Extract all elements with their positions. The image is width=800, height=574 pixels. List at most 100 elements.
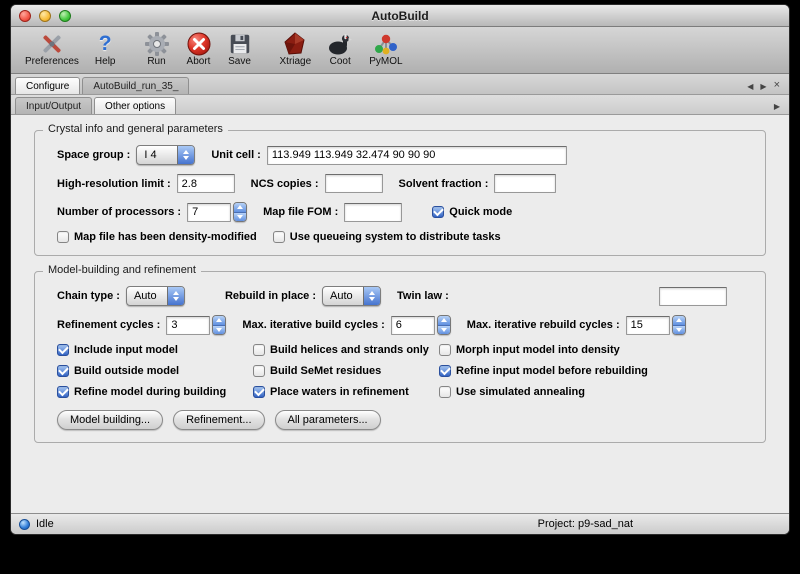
checkbox-place-waters[interactable]: Place waters in refinement (253, 386, 439, 398)
abort-icon (186, 30, 212, 57)
run-button[interactable]: Run (136, 29, 178, 68)
refinement-cycles-label: Refinement cycles : (57, 319, 160, 331)
all-parameters-button[interactable]: All parameters... (275, 410, 381, 430)
save-icon (228, 30, 252, 57)
model-checkbox-grid: Include input model Build helices and st… (57, 344, 755, 398)
options-panel: Crystal info and general parameters Spac… (11, 115, 789, 513)
space-group-dropdown[interactable]: I 4 (136, 145, 195, 165)
checkbox-queueing-system[interactable]: Use queueing system to distribute tasks (273, 231, 501, 243)
toolbar: Preferences ? Help (11, 27, 789, 74)
stepper-down-icon[interactable] (673, 326, 685, 335)
stepper-up-icon[interactable] (213, 316, 225, 326)
tools-icon (39, 30, 65, 57)
max-build-cycles-label: Max. iterative build cycles : (242, 319, 384, 331)
checkbox-simulated-annealing[interactable]: Use simulated annealing (439, 386, 755, 398)
minimize-window-button[interactable] (39, 10, 51, 22)
max-build-cycles-stepper[interactable] (437, 315, 451, 335)
unit-cell-label: Unit cell : (211, 149, 261, 161)
checkbox-build-semet[interactable]: Build SeMet residues (253, 365, 439, 377)
save-button[interactable]: Save (220, 29, 260, 68)
twin-law-input[interactable] (659, 287, 727, 306)
checkbox-icon (253, 344, 265, 356)
group-title: Model-building and refinement (43, 264, 201, 276)
tab-scroll-right-icon[interactable]: ▶ (774, 103, 780, 111)
unit-cell-input[interactable] (267, 146, 567, 165)
tab-configure[interactable]: Configure (15, 77, 80, 94)
preferences-button[interactable]: Preferences (17, 29, 87, 68)
max-rebuild-cycles-input[interactable] (626, 316, 670, 335)
tab-scroll-left-icon[interactable]: ◀ (747, 83, 753, 91)
abort-button[interactable]: Abort (178, 29, 220, 68)
rebuild-in-place-dropdown[interactable]: Auto (322, 286, 381, 306)
form-row: Refinement cycles : Max. iterative build… (57, 315, 755, 335)
title-bar[interactable]: AutoBuild (11, 5, 789, 27)
checkbox-build-outside-model[interactable]: Build outside model (57, 365, 253, 377)
checkbox-icon (439, 344, 451, 356)
stepper-down-icon[interactable] (234, 213, 246, 222)
stepper-up-icon[interactable] (673, 316, 685, 326)
checkbox-icon (253, 365, 265, 377)
window-title: AutoBuild (371, 9, 428, 23)
xtriage-button[interactable]: Xtriage (272, 29, 320, 68)
status-bar: Idle Project: p9-sad_nat (11, 513, 789, 534)
xtriage-icon (282, 30, 308, 57)
main-tab-bar: Configure AutoBuild_run_35_ ◀ ▶ × (11, 74, 789, 95)
form-row: High-resolution limit : NCS copies : Sol… (57, 174, 755, 193)
tab-scroll-right-icon[interactable]: ▶ (760, 83, 766, 91)
checkbox-morph-input-model[interactable]: Morph input model into density (439, 344, 755, 356)
checkbox-build-helices-strands[interactable]: Build helices and strands only (253, 344, 439, 356)
checkbox-label: Refine input model before rebuilding (456, 365, 648, 377)
high-res-input[interactable] (177, 174, 235, 193)
processors-stepper[interactable] (233, 202, 247, 222)
stepper-down-icon[interactable] (438, 326, 450, 335)
checkbox-refine-before-rebuilding[interactable]: Refine input model before rebuilding (439, 365, 755, 377)
max-build-cycles-input[interactable] (391, 316, 435, 335)
map-fom-input[interactable] (344, 203, 402, 222)
help-button[interactable]: ? Help (87, 29, 124, 68)
max-rebuild-cycles-stepper[interactable] (672, 315, 686, 335)
checkbox-label: Include input model (74, 344, 178, 356)
solvent-fraction-input[interactable] (494, 174, 556, 193)
checkbox-include-input-model[interactable]: Include input model (57, 344, 253, 356)
checkbox-refine-during-building[interactable]: Refine model during building (57, 386, 253, 398)
high-res-label: High-resolution limit : (57, 178, 171, 190)
tab-close-icon[interactable]: × (774, 80, 780, 91)
group-title: Crystal info and general parameters (43, 123, 228, 135)
chain-type-dropdown[interactable]: Auto (126, 286, 185, 306)
gear-icon (144, 30, 170, 57)
tab-label: Input/Output (26, 101, 81, 112)
pymol-button[interactable]: PyMOL (361, 29, 410, 68)
checkbox-label: Map file has been density-modified (74, 231, 257, 243)
checkbox-icon (57, 231, 69, 243)
checkbox-label: Build helices and strands only (270, 344, 429, 356)
tab-autobuild-run[interactable]: AutoBuild_run_35_ (82, 77, 189, 94)
stepper-up-icon[interactable] (234, 203, 246, 213)
tab-input-output[interactable]: Input/Output (15, 97, 92, 114)
toolbar-label: Xtriage (280, 56, 312, 67)
close-window-button[interactable] (19, 10, 31, 22)
ncs-copies-input[interactable] (325, 174, 383, 193)
model-building-button[interactable]: Model building... (57, 410, 163, 430)
checkbox-label: Morph input model into density (456, 344, 620, 356)
toolbar-label: Coot (330, 56, 351, 67)
refinement-cycles-stepper[interactable] (212, 315, 226, 335)
coot-button[interactable]: Coot (319, 29, 361, 68)
zoom-window-button[interactable] (59, 10, 71, 22)
checkbox-quick-mode[interactable]: Quick mode (432, 206, 512, 218)
stepper-up-icon[interactable] (438, 316, 450, 326)
form-row: Chain type : Auto Rebuild in place : Aut… (57, 286, 755, 306)
checkbox-density-modified[interactable]: Map file has been density-modified (57, 231, 257, 243)
refinement-button[interactable]: Refinement... (173, 410, 264, 430)
processors-input[interactable] (187, 203, 231, 222)
checkbox-label: Refine model during building (74, 386, 226, 398)
twin-law-label: Twin law : (397, 290, 449, 302)
checkbox-label: Build outside model (74, 365, 179, 377)
refinement-cycles-input[interactable] (166, 316, 210, 335)
tab-other-options[interactable]: Other options (94, 97, 176, 114)
dropdown-arrows-icon (167, 287, 184, 305)
toolbar-label: Abort (187, 56, 211, 67)
checkbox-icon (439, 386, 451, 398)
toolbar-label: Help (95, 56, 116, 67)
stepper-down-icon[interactable] (213, 326, 225, 335)
checkbox-icon (57, 386, 69, 398)
